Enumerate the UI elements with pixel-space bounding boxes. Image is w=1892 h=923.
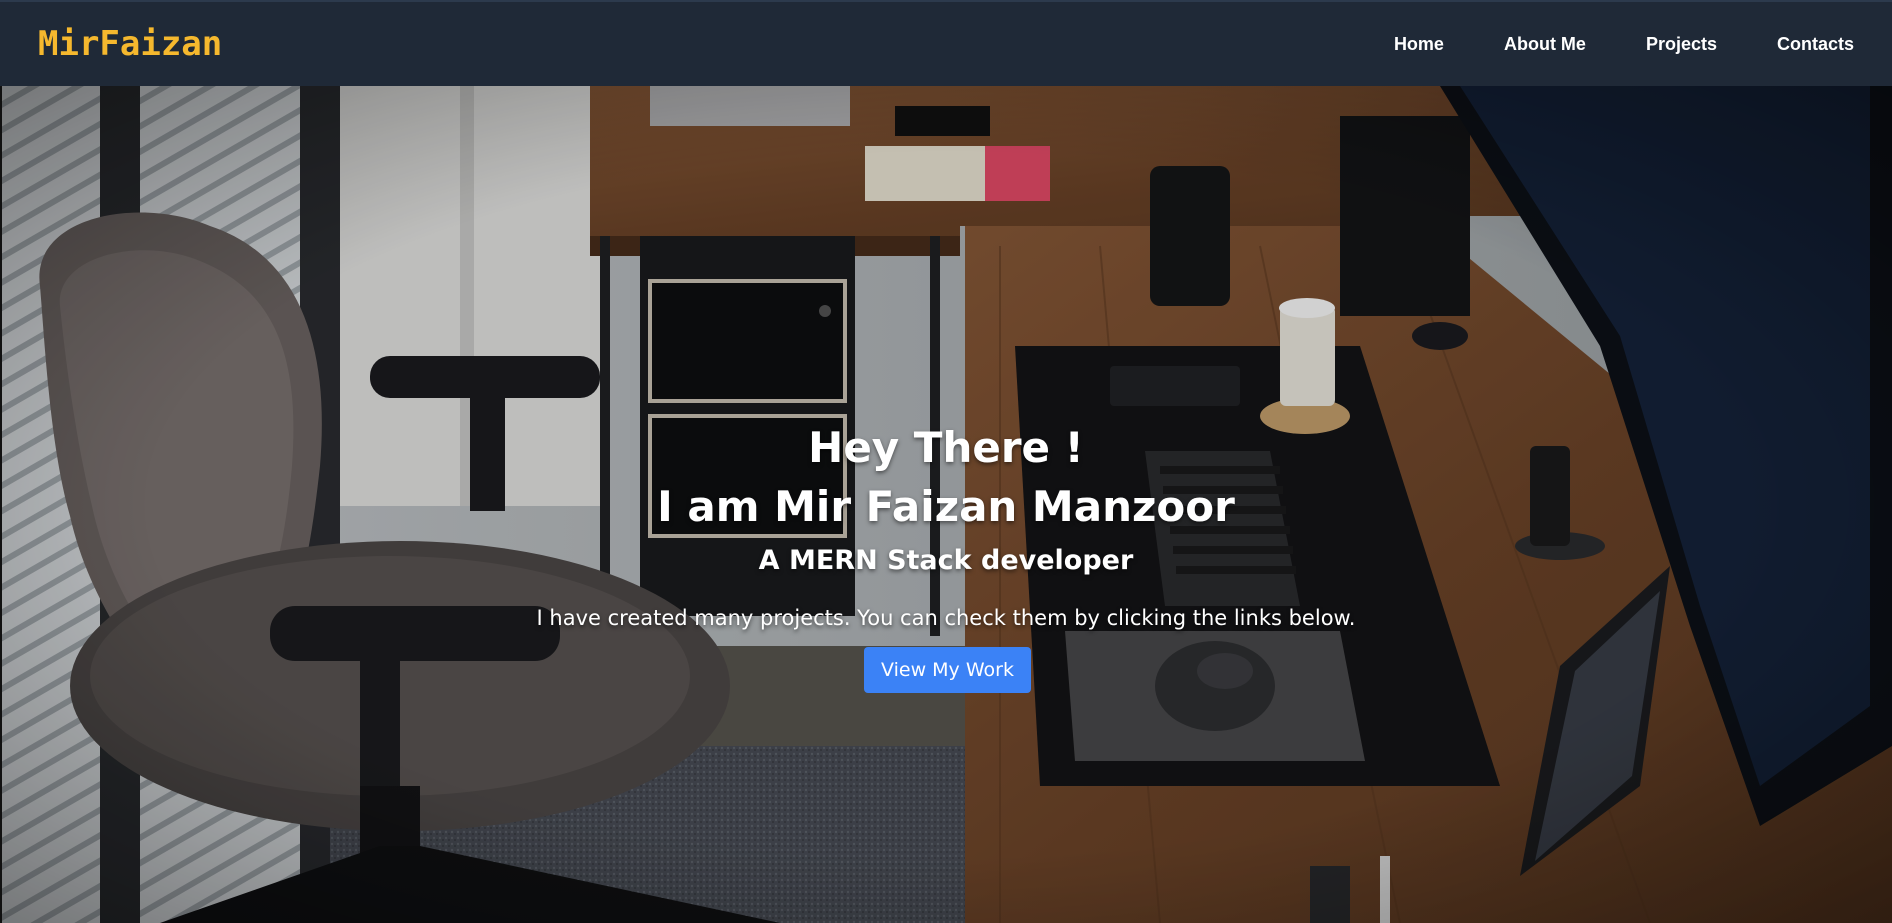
nav-link-about-me[interactable]: About Me <box>1504 34 1586 55</box>
hero-name: I am Mir Faizan Manzoor <box>657 482 1235 531</box>
navbar: MirFaizan Home About Me Projects Contact… <box>0 0 1892 86</box>
nav-link-home[interactable]: Home <box>1394 34 1444 55</box>
nav-link-contacts[interactable]: Contacts <box>1777 34 1854 55</box>
hero-role: A MERN Stack developer <box>758 545 1134 576</box>
hero-section: Hey There ! I am Mir Faizan Manzoor A ME… <box>0 86 1892 923</box>
view-my-work-button[interactable]: View My Work <box>864 647 1031 693</box>
brand-logo[interactable]: MirFaizan <box>38 24 222 64</box>
hero-content: Hey There ! I am Mir Faizan Manzoor A ME… <box>0 86 1892 923</box>
hero-greeting: Hey There ! <box>808 423 1084 472</box>
nav-link-projects[interactable]: Projects <box>1646 34 1717 55</box>
nav-links: Home About Me Projects Contacts <box>1334 34 1854 55</box>
hero-description: I have created many projects. You can ch… <box>536 606 1356 630</box>
